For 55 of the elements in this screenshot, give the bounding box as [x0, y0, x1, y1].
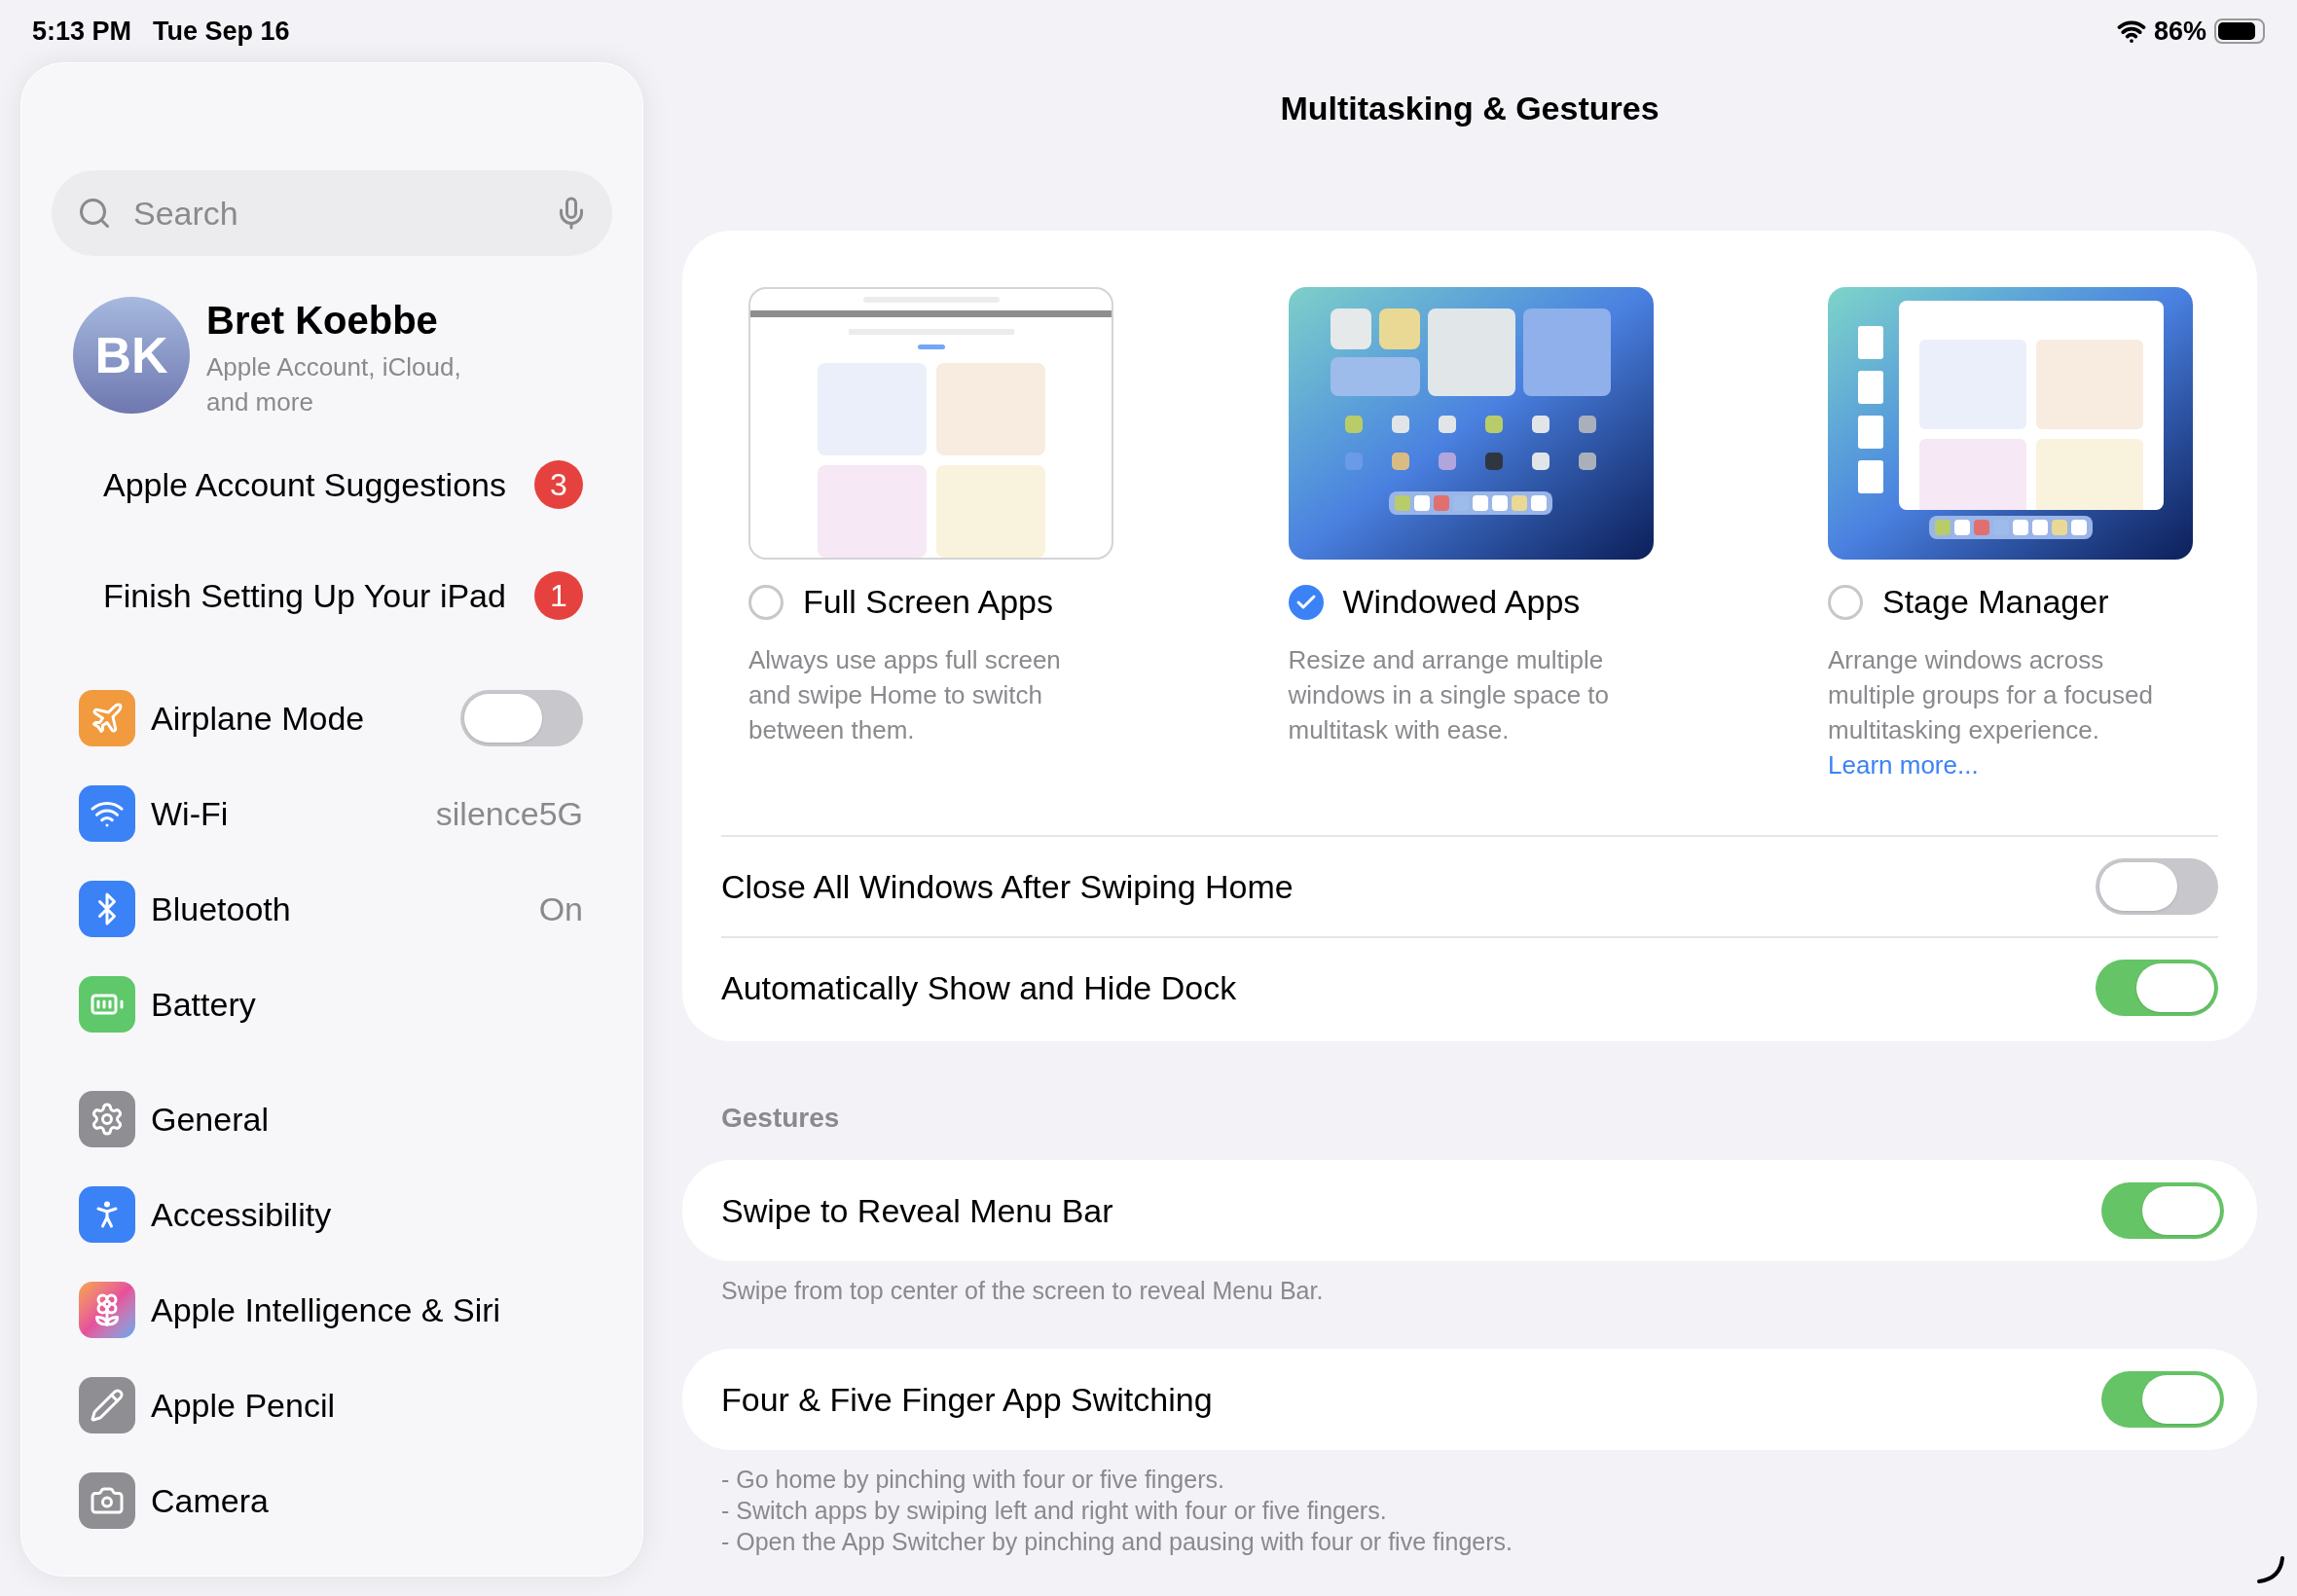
settings-row[interactable]: Four & Five Finger App Switching [682, 1349, 2257, 1450]
toggle-switch[interactable] [2101, 1371, 2224, 1428]
learn-more-link[interactable]: Learn more... [1828, 750, 1979, 780]
sidebar-item[interactable]: Bluetooth On [32, 861, 612, 957]
sidebar-item[interactable]: Apple Account Suggestions 3 [52, 429, 612, 540]
footer-note: Swipe from top center of the screen to reveal Menu Bar. [721, 1276, 1325, 1306]
battery-percentage: 86% [2153, 15, 2206, 48]
sidebar-item[interactable]: Airplane Mode [32, 671, 612, 766]
option-description: Always use apps full screen and swipe Home to switch between them. [748, 644, 1062, 746]
gear-icon [79, 1091, 135, 1147]
status-date: Tue Sep 16 [153, 15, 290, 48]
toggle-switch[interactable] [2096, 858, 2218, 915]
avatar: BK [73, 297, 190, 414]
toggle-switch[interactable] [2101, 1182, 2224, 1239]
profile-subtitle: Apple Account, iCloud, and more [206, 351, 462, 418]
sidebar-item[interactable]: Camera [32, 1453, 612, 1548]
flower-icon [79, 1282, 135, 1338]
page-title: Multitasking & Gestures [1279, 89, 1660, 128]
profile-name: Bret Koebbe [206, 298, 439, 344]
radio-option[interactable]: Stage Manager [1828, 577, 2193, 627]
sidebar-item[interactable]: Battery [32, 957, 612, 1052]
settings-row[interactable]: Swipe to Reveal Menu Bar [682, 1160, 2257, 1261]
pencil-icon [79, 1377, 135, 1433]
footer-note: - Switch apps by swiping left and right with four or five fingers. [721, 1496, 1388, 1526]
search-field[interactable]: Search [52, 170, 612, 256]
settings-row[interactable]: Automatically Show and Hide Dock [721, 936, 2218, 1037]
sidebar-item[interactable]: Accessibility [32, 1167, 612, 1262]
accessibility-icon [79, 1186, 135, 1243]
sidebar-item[interactable]: Wi-Fi silence5G [32, 766, 612, 861]
setting-value: silence5G [435, 793, 583, 834]
bluetooth-icon [79, 881, 135, 937]
notification-badge: 1 [534, 571, 583, 620]
radio-option[interactable]: Full Screen Apps [748, 577, 1113, 627]
search-icon [77, 196, 112, 231]
sidebar-item[interactable]: Apple Intelligence & Siri [32, 1262, 612, 1358]
wifi-icon [79, 785, 135, 842]
notification-badge: 3 [534, 460, 583, 509]
section-header: Gestures [721, 1102, 841, 1135]
sidebar-item[interactable]: General [32, 1071, 612, 1167]
option-description: Resize and arrange multiple windows in a single space to multitask with ease. [1288, 644, 1611, 746]
toggle-switch[interactable] [2096, 960, 2218, 1016]
option-description: Arrange windows across multiple groups for a focused multitasking experience. Learn more... [1828, 644, 2154, 781]
footer-note: - Go home by pinching with four or five fingers. [721, 1465, 1225, 1495]
settings-row[interactable]: Close All Windows After Swiping Home [721, 835, 2218, 936]
sidebar-item[interactable]: Apple Pencil [32, 1358, 612, 1453]
setting-value: On [538, 889, 583, 929]
corner-arc-icon [2256, 1555, 2285, 1584]
sidebar-item[interactable]: Finish Setting Up Your iPad 1 [52, 540, 612, 651]
airplane-icon [79, 690, 135, 746]
battery-icon [79, 976, 135, 1033]
radio-option[interactable]: Windowed Apps [1288, 577, 1654, 627]
battery-icon [2214, 18, 2265, 44]
status-time: 5:13 PM [32, 15, 132, 48]
footer-note: - Open the App Switcher by pinching and pausing with four or five fingers. [721, 1527, 1513, 1557]
camera-icon [79, 1472, 135, 1529]
